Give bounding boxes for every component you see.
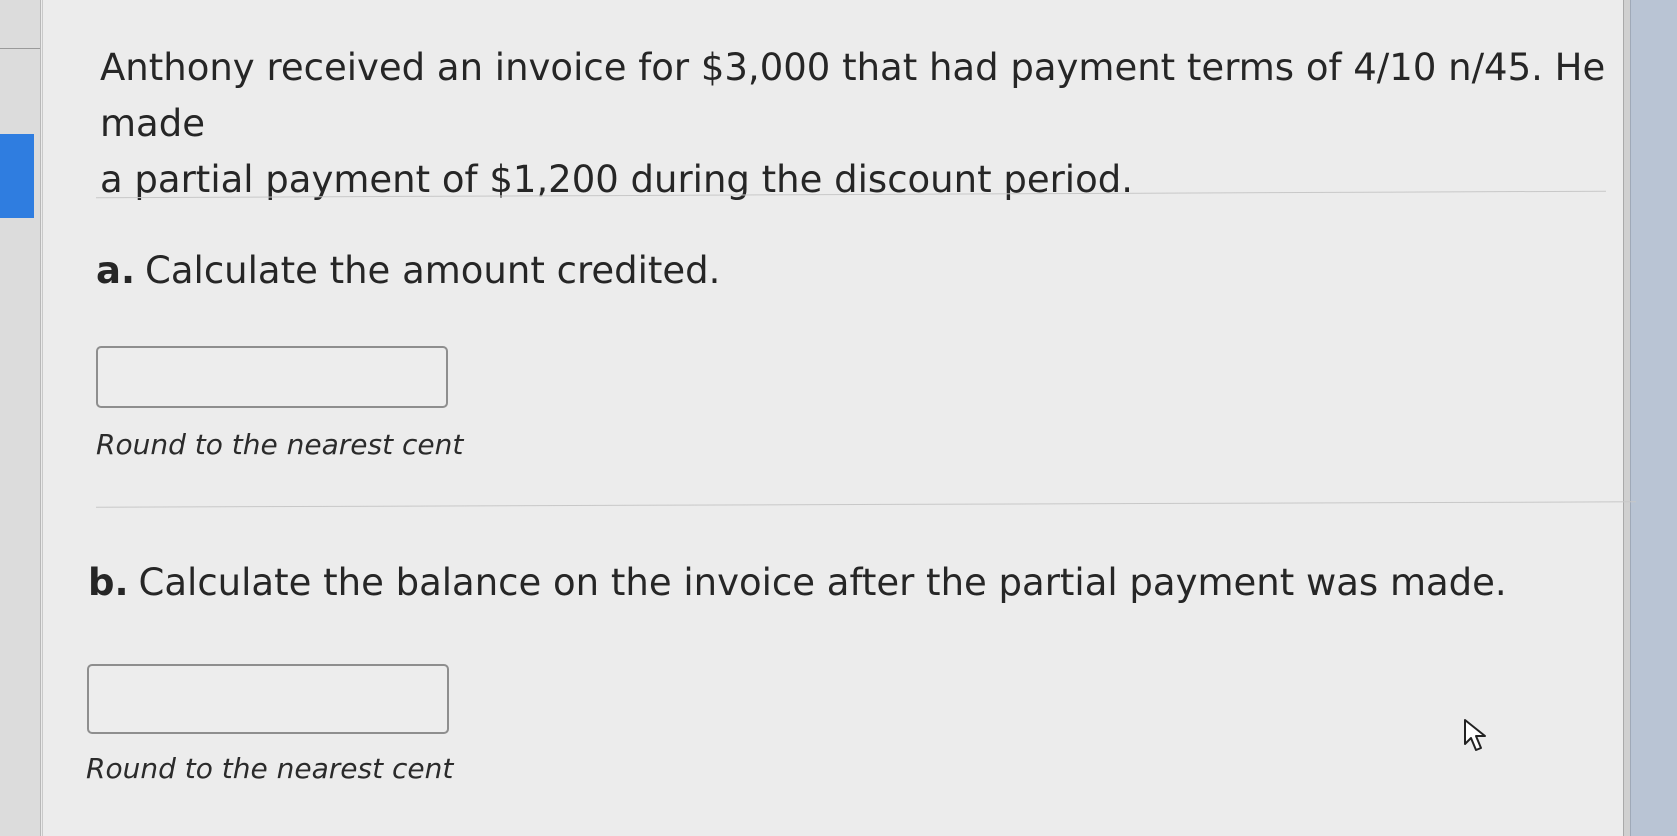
question-a: a. Calculate the amount credited. — [96, 248, 720, 294]
active-question-marker[interactable] — [0, 134, 34, 218]
scrollbar-track[interactable] — [1624, 0, 1631, 836]
answer-b-input[interactable] — [87, 664, 449, 734]
screen: Anthony received an invoice for $3,000 t… — [0, 0, 1677, 836]
answer-a-input[interactable] — [96, 346, 448, 408]
answer-b-hint: Round to the nearest cent — [86, 752, 454, 785]
problem-line-2: a partial payment of $1,200 during the d… — [100, 158, 1133, 201]
question-a-letter: a. — [96, 249, 136, 292]
problem-line-1: Anthony received an invoice for $3,000 t… — [100, 46, 1606, 145]
right-gutter — [1624, 0, 1677, 836]
question-a-text: Calculate the amount credited. — [145, 249, 721, 292]
left-sidebar — [0, 0, 41, 836]
question-b: b. Calculate the balance on the invoice a… — [88, 560, 1507, 606]
answer-a-hint: Round to the nearest cent — [96, 428, 464, 461]
pointer-cursor-icon — [1464, 719, 1486, 751]
question-b-letter: b. — [88, 561, 129, 604]
problem-statement: Anthony received an invoice for $3,000 t… — [100, 40, 1610, 208]
question-b-text: Calculate the balance on the invoice aft… — [138, 561, 1507, 604]
sidebar-divider — [0, 48, 40, 49]
